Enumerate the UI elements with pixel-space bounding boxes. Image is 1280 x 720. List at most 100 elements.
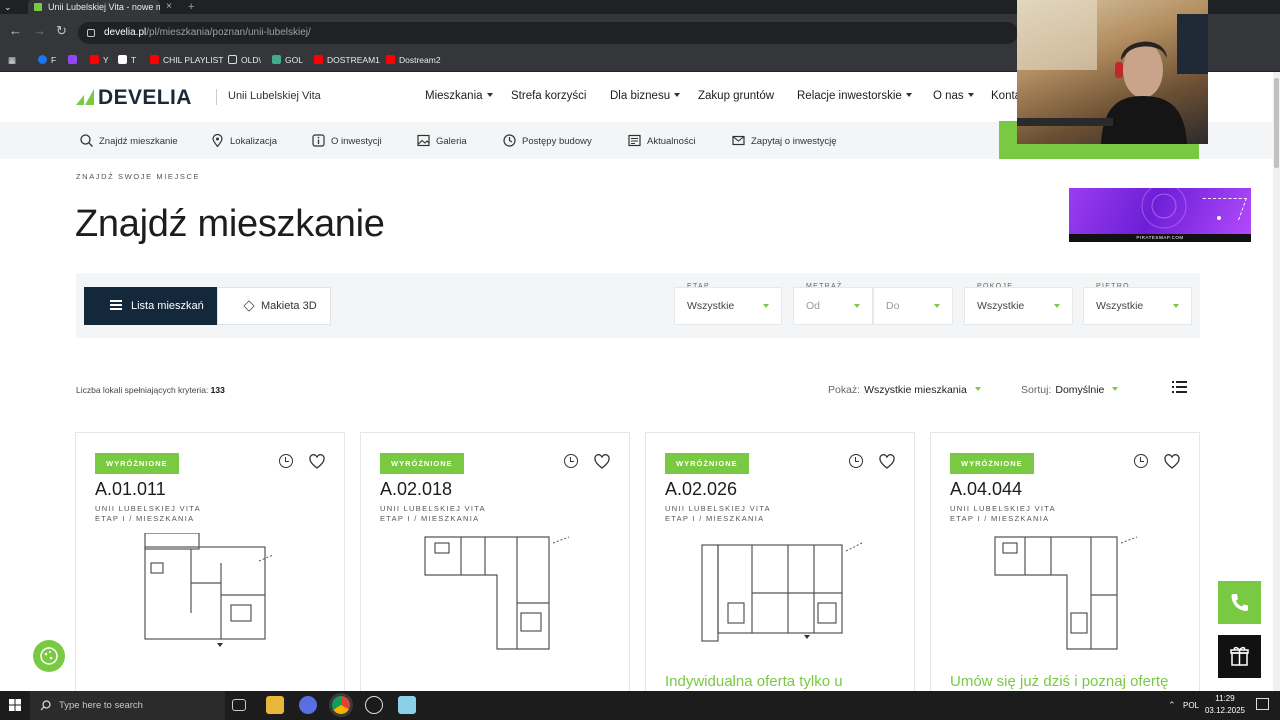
dropdown-arrow-icon [934, 304, 940, 308]
apartment-location: UNII LUBELSKIEJ VITA ETAP I / MIESZKANIA [665, 504, 771, 523]
bookmark-t[interactable]: T [118, 48, 136, 72]
chrome-icon[interactable] [332, 696, 350, 714]
notepad-icon[interactable] [398, 696, 416, 714]
header-divider [216, 89, 217, 105]
etap-select[interactable]: Wszystkie [674, 287, 782, 325]
youtube-icon [314, 55, 323, 64]
apps-grid-icon[interactable]: ▦ [8, 48, 16, 72]
bookmark-folder-old[interactable]: OLD\ [228, 48, 261, 72]
site-logo[interactable]: DEVELIA [98, 86, 192, 110]
apartment-card[interactable]: WYRÓŻNIONE A.02.026 UNII LUBELSKIEJ VITA… [645, 432, 915, 702]
apartment-card[interactable]: WYRÓŻNIONE A.02.018 UNII LUBELSKIEJ VITA… [360, 432, 630, 702]
develia-logo-icon[interactable] [76, 89, 94, 105]
ad-footer: PIRATESWAP.COM [1069, 234, 1251, 242]
task-view-icon[interactable] [232, 699, 246, 711]
cookie-settings-button[interactable] [33, 640, 65, 672]
history-icon[interactable] [279, 454, 293, 468]
bookmark-dostream1[interactable]: DOSTREAM1 [314, 48, 380, 72]
history-icon[interactable] [564, 454, 578, 468]
app-icon[interactable] [299, 696, 317, 714]
windows-start-icon[interactable] [0, 691, 30, 720]
bookmark-f[interactable]: F [38, 48, 56, 72]
scrollbar-thumb[interactable] [1274, 78, 1279, 168]
language-indicator[interactable]: POL [1183, 691, 1199, 720]
nav-kontakt[interactable]: Kontakt [991, 90, 1017, 102]
tray-chevron-icon[interactable]: ⌃ [1168, 691, 1176, 720]
obs-icon[interactable] [365, 696, 383, 714]
nav-zakup-gruntow[interactable]: Zakup gruntów [698, 90, 774, 102]
subnav-aktualnosci[interactable]: Aktualności [628, 134, 696, 147]
address-bar[interactable]: develia.pl/pl/mieszkania/poznan/unii-lub… [78, 22, 1018, 44]
forward-arrow-icon[interactable]: → [33, 14, 46, 48]
pietro-select[interactable]: Wszystkie [1083, 287, 1192, 325]
featured-badge: WYRÓŻNIONE [95, 453, 179, 474]
subnav-zapytaj[interactable]: Zapytaj o inwestycję [732, 134, 837, 147]
image-icon [417, 134, 430, 147]
notifications-icon[interactable] [1256, 698, 1269, 710]
ad-banner[interactable]: PIRATESWAP.COM [1069, 188, 1251, 242]
sort-dropdown[interactable]: Sortuj: Domyślnie [1021, 384, 1119, 396]
floor-plan-image [144, 533, 274, 647]
nav-strefa-korzysci[interactable]: Strefa korzyści [511, 90, 586, 102]
phone-button[interactable] [1218, 581, 1261, 624]
metraz-from-select[interactable]: Od [793, 287, 873, 325]
3d-model-button[interactable]: Makieta 3D [217, 287, 331, 325]
apartment-code: A.02.026 [665, 479, 738, 499]
ad-dashed-graphic [1194, 198, 1248, 220]
gift-button[interactable] [1218, 635, 1261, 678]
search-icon [40, 700, 51, 711]
youtube-icon [386, 55, 395, 64]
subnav-znajdz-mieszkanie[interactable]: Znajdź mieszkanie [80, 134, 178, 147]
reload-icon[interactable]: ↻ [56, 14, 67, 48]
list-view-button[interactable]: Lista mieszkań [84, 287, 217, 325]
cookie-icon [40, 647, 58, 665]
bookmark-twitch[interactable] [68, 48, 81, 72]
heart-icon[interactable] [309, 454, 325, 470]
nav-mieszkania[interactable]: Mieszkania [425, 90, 493, 102]
metraz-to-select[interactable]: Do [873, 287, 953, 325]
dropdown-arrow-icon [1054, 304, 1060, 308]
clock-icon [503, 134, 516, 147]
dropdown-arrow-icon [974, 387, 981, 391]
pokoje-select[interactable]: Wszystkie [964, 287, 1073, 325]
heart-icon[interactable] [879, 454, 895, 470]
featured-badge: WYRÓŻNIONE [950, 453, 1034, 474]
twitch-icon [68, 55, 77, 64]
search-icon [80, 134, 93, 147]
nav-relacje-inwestorskie[interactable]: Relacje inwestorskie [797, 90, 912, 102]
list-layout-icon[interactable] [1172, 380, 1187, 394]
apartment-card[interactable]: WYRÓŻNIONE A.01.011 UNII LUBELSKIEJ VITA… [75, 432, 345, 702]
investment-name: Unii Lubelskiej Vita [228, 90, 321, 102]
back-arrow-icon[interactable]: ← [9, 14, 22, 48]
site-info-icon[interactable] [87, 29, 95, 37]
file-explorer-icon[interactable] [266, 696, 284, 714]
tab-search-icon[interactable]: ⌄ [4, 0, 12, 14]
bookmark-dostream2[interactable]: Dostream2 [386, 48, 441, 72]
gol-favicon-icon [272, 55, 281, 64]
history-icon[interactable] [1134, 454, 1148, 468]
history-icon[interactable] [849, 454, 863, 468]
heart-icon[interactable] [1164, 454, 1180, 470]
taskbar-search-input[interactable]: Type here to search [30, 691, 225, 720]
browser-tab[interactable]: Unii Lubelskiej Vita - nowe mie... [28, 0, 160, 14]
news-icon [628, 134, 641, 147]
webcam-overlay [1017, 0, 1208, 144]
apartment-code: A.01.011 [95, 479, 166, 499]
bookmark-chil-playlist[interactable]: CHIL PLAYLIST [150, 48, 223, 72]
bookmark-gol[interactable]: GOL [272, 48, 303, 72]
bookmark-y[interactable]: Y [90, 48, 109, 72]
show-filter-dropdown[interactable]: Pokaż: Wszystkie mieszkania [828, 384, 981, 396]
subnav-postepy-budowy[interactable]: Postępy budowy [503, 134, 592, 147]
new-tab-icon[interactable]: + [188, 0, 194, 14]
subnav-lokalizacja[interactable]: Lokalizacja [211, 134, 277, 147]
heart-icon[interactable] [594, 454, 610, 470]
clock-date: 03.12.2025 [1204, 706, 1246, 715]
apartment-card[interactable]: WYRÓŻNIONE A.04.044 UNII LUBELSKIEJ VITA… [930, 432, 1200, 702]
nav-o-nas[interactable]: O nas [933, 90, 974, 102]
nav-dla-biznesu[interactable]: Dla biznesu [610, 90, 681, 102]
subnav-galeria[interactable]: Galeria [417, 134, 467, 147]
info-icon [312, 134, 325, 147]
subnav-o-inwestycji[interactable]: O inwestycji [312, 134, 382, 147]
taskbar-clock[interactable]: 11:29 03.12.2025 [1203, 692, 1247, 718]
tab-close-icon[interactable]: × [166, 0, 172, 14]
